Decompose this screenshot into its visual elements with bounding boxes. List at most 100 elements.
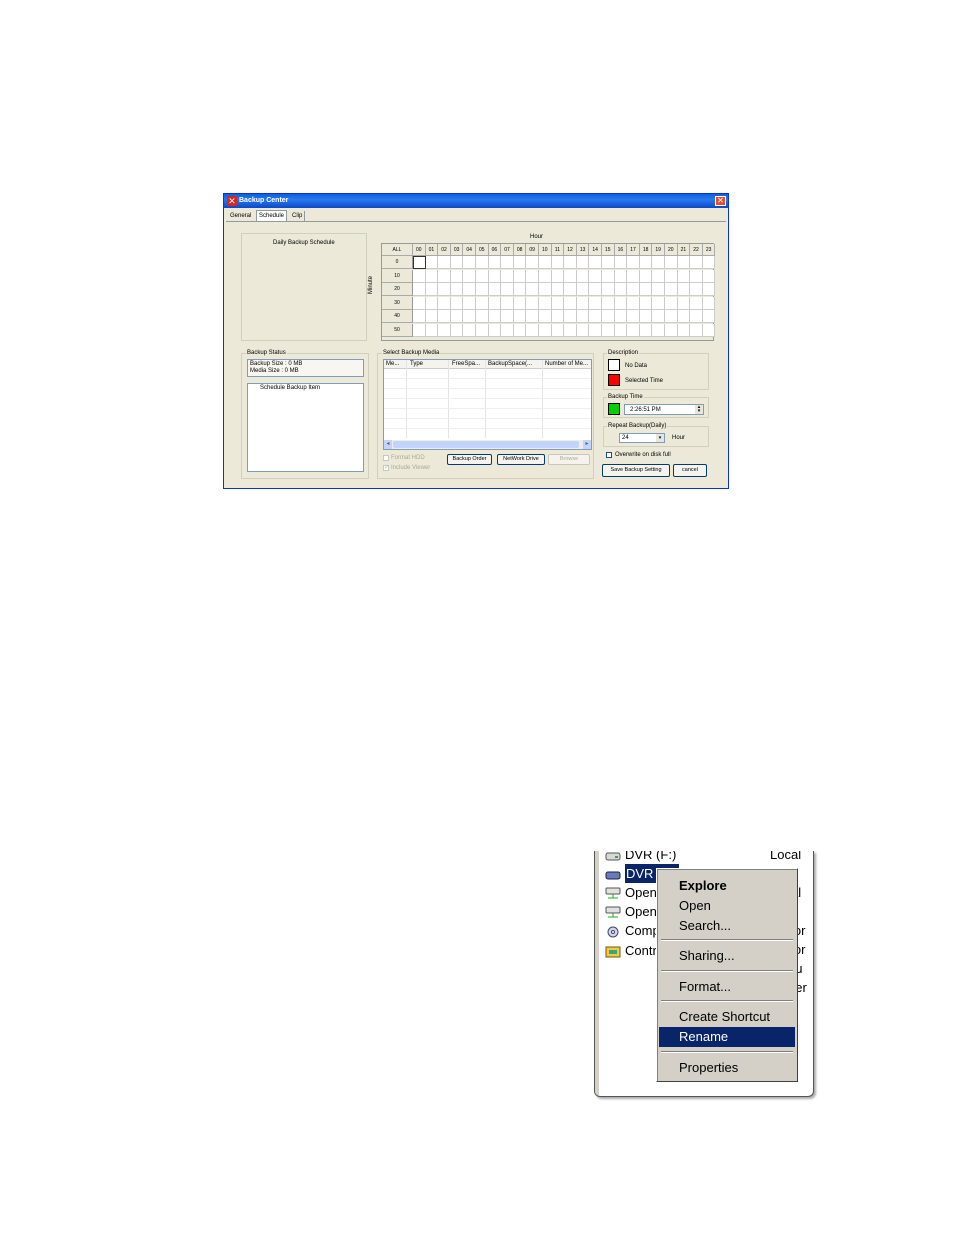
schedule-cell[interactable] <box>690 256 703 269</box>
chevron-down-icon[interactable]: ▾ <box>656 434 664 442</box>
schedule-cell[interactable] <box>702 310 716 323</box>
column-header-media[interactable]: Me... <box>386 360 399 368</box>
schedule-cell[interactable] <box>564 323 577 337</box>
schedule-cell[interactable] <box>513 269 527 283</box>
schedule-cell[interactable] <box>450 296 464 310</box>
hour-header-21[interactable]: 21 <box>677 244 691 256</box>
schedule-cell[interactable] <box>476 323 489 337</box>
schedule-cell[interactable] <box>627 310 640 323</box>
hour-header-10[interactable]: 10 <box>539 244 552 256</box>
schedule-cell[interactable] <box>602 323 615 337</box>
hour-header-16[interactable]: 16 <box>614 244 628 256</box>
schedule-cell[interactable] <box>539 256 552 269</box>
schedule-cell[interactable] <box>564 256 577 269</box>
schedule-grid[interactable]: ALL 00 01 02 03 04 05 06 07 08 09 10 11 12 13 14 15 16 17 1… <box>381 243 716 341</box>
repeat-hours-select[interactable]: 24 ▾ <box>619 433 665 443</box>
menu-item-search[interactable]: Search... <box>659 916 795 936</box>
menu-item-rename[interactable]: Rename <box>659 1027 795 1047</box>
schedule-cell[interactable] <box>602 269 615 283</box>
hour-header-18[interactable]: 18 <box>639 244 653 256</box>
schedule-cell[interactable] <box>576 323 590 337</box>
schedule-cell[interactable] <box>438 283 451 296</box>
schedule-cell[interactable] <box>513 283 527 296</box>
schedule-cell[interactable] <box>614 296 628 310</box>
schedule-cell[interactable] <box>639 323 653 337</box>
schedule-cell[interactable] <box>602 296 615 310</box>
schedule-cell[interactable] <box>665 269 678 283</box>
schedule-cell[interactable] <box>450 269 464 283</box>
schedule-cell[interactable] <box>413 310 426 323</box>
schedule-cell[interactable] <box>677 323 691 337</box>
hour-header-17[interactable]: 17 <box>627 244 640 256</box>
schedule-cell[interactable] <box>513 296 527 310</box>
schedule-cell[interactable] <box>614 310 628 323</box>
schedule-cell[interactable] <box>627 256 640 269</box>
schedule-cell[interactable] <box>677 310 691 323</box>
schedule-cell[interactable] <box>463 310 476 323</box>
schedule-cell[interactable] <box>488 283 502 296</box>
schedule-cell[interactable] <box>539 323 552 337</box>
schedule-cell[interactable] <box>614 269 628 283</box>
hour-header-00[interactable]: 00 <box>413 244 426 256</box>
schedule-cell[interactable] <box>702 323 716 337</box>
include-viewer-checkbox[interactable]: ✓ <box>383 465 389 471</box>
schedule-cell[interactable] <box>639 310 653 323</box>
schedule-cell[interactable] <box>463 283 476 296</box>
schedule-cell[interactable] <box>476 310 489 323</box>
schedule-cell[interactable] <box>677 296 691 310</box>
schedule-cell[interactable] <box>589 256 602 269</box>
horizontal-scrollbar[interactable]: ◂ ▸ <box>384 440 591 449</box>
schedule-cell[interactable] <box>513 310 527 323</box>
schedule-cell[interactable] <box>576 310 590 323</box>
schedule-cell[interactable] <box>413 269 426 283</box>
hour-header-06[interactable]: 06 <box>488 244 502 256</box>
schedule-cell[interactable] <box>652 310 665 323</box>
schedule-cell[interactable] <box>665 296 678 310</box>
hour-header-08[interactable]: 08 <box>513 244 527 256</box>
schedule-cell[interactable] <box>677 269 691 283</box>
schedule-cell[interactable] <box>488 296 502 310</box>
hour-header-15[interactable]: 15 <box>602 244 615 256</box>
scroll-left-icon[interactable]: ◂ <box>384 440 392 449</box>
schedule-cell[interactable] <box>425 323 439 337</box>
schedule-cell[interactable] <box>526 269 539 283</box>
tab-clip[interactable]: Clip <box>290 211 306 221</box>
schedule-cell[interactable] <box>413 323 426 337</box>
schedule-cell[interactable] <box>513 323 527 337</box>
schedule-cell[interactable] <box>639 256 653 269</box>
hour-header-02[interactable]: 02 <box>438 244 451 256</box>
schedule-cell[interactable] <box>602 256 615 269</box>
schedule-cell[interactable] <box>501 283 514 296</box>
schedule-cell[interactable] <box>639 283 653 296</box>
schedule-cell[interactable] <box>564 310 577 323</box>
schedule-cell[interactable] <box>539 283 552 296</box>
schedule-cell[interactable] <box>602 283 615 296</box>
hour-header-05[interactable]: 05 <box>476 244 489 256</box>
overwrite-checkbox[interactable] <box>606 452 612 458</box>
schedule-cell[interactable] <box>438 256 451 269</box>
schedule-cell[interactable] <box>526 296 539 310</box>
schedule-cell[interactable] <box>551 283 565 296</box>
schedule-cell[interactable] <box>551 296 565 310</box>
backup-order-button[interactable]: Backup Order <box>447 454 492 465</box>
schedule-cell[interactable] <box>488 269 502 283</box>
schedule-cell[interactable] <box>539 296 552 310</box>
schedule-cell[interactable] <box>652 323 665 337</box>
schedule-cell[interactable] <box>665 310 678 323</box>
menu-item-sharing[interactable]: Sharing... <box>659 946 795 966</box>
schedule-cell[interactable] <box>614 283 628 296</box>
column-header-number-of-media[interactable]: Number of Me... <box>545 360 588 368</box>
schedule-cell[interactable] <box>438 269 451 283</box>
schedule-cell[interactable] <box>551 323 565 337</box>
schedule-cell[interactable] <box>702 283 716 296</box>
browse-button[interactable]: Browse <box>548 454 590 465</box>
schedule-cell[interactable] <box>476 269 489 283</box>
minute-header-10[interactable]: 10 <box>382 269 413 283</box>
schedule-cell[interactable] <box>413 296 426 310</box>
hour-header-23[interactable]: 23 <box>702 244 716 256</box>
time-spinner-icon[interactable]: ▴ ▾ <box>695 405 703 414</box>
schedule-cell[interactable] <box>488 256 502 269</box>
schedule-cell[interactable] <box>463 296 476 310</box>
backup-time-field[interactable]: 2:26:51 PM ▴ ▾ <box>624 404 704 415</box>
cancel-button[interactable]: cancel <box>673 464 707 477</box>
